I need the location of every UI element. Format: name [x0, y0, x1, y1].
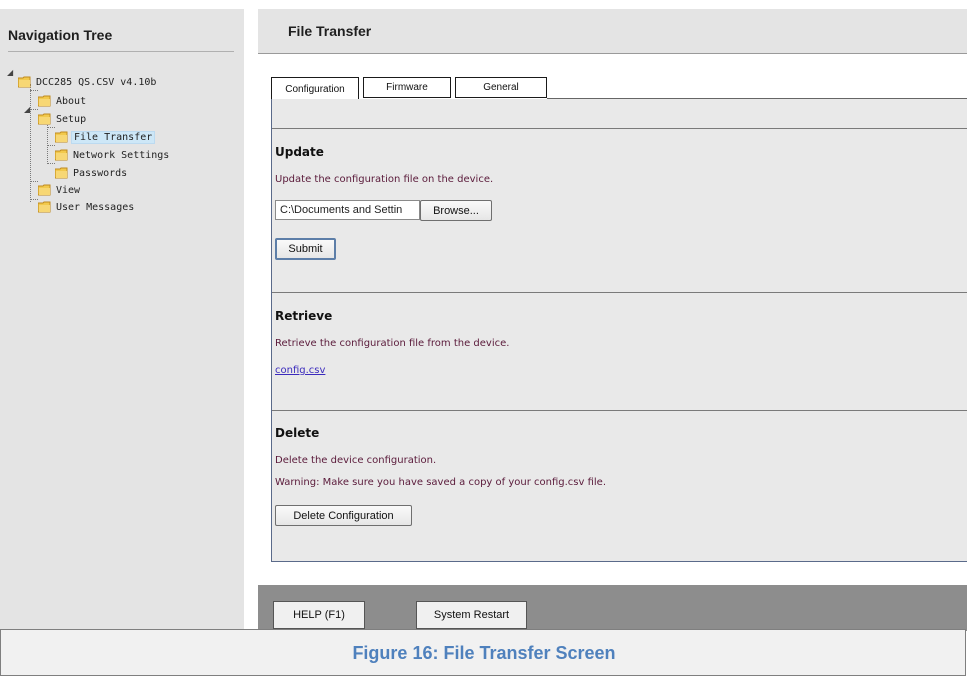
folder-icon [55, 149, 68, 161]
folder-icon [38, 113, 51, 125]
folder-icon [38, 201, 51, 213]
folder-icon [38, 184, 51, 196]
tree-item-passwords[interactable]: Passwords [55, 165, 129, 181]
file-path-input[interactable]: C:\Documents and Settin [275, 200, 420, 220]
tree-item-file-transfer[interactable]: File Transfer [55, 129, 156, 145]
tab-firmware[interactable]: Firmware [363, 77, 451, 98]
update-description: Update the configuration file on the dev… [275, 174, 494, 185]
collapse-icon[interactable]: ◢ [24, 105, 30, 114]
divider [272, 128, 967, 129]
browse-button[interactable]: Browse... [420, 200, 492, 221]
tree-connector [30, 109, 38, 110]
system-restart-button[interactable]: System Restart [416, 601, 527, 629]
tree-connector [47, 163, 55, 164]
retrieve-heading: Retrieve [275, 309, 333, 323]
tree-item-label: Setup [56, 113, 87, 125]
tree-item-network-settings[interactable]: Network Settings [55, 147, 171, 163]
footer-toolbar: HELP (F1) System Restart [258, 585, 967, 631]
figure-caption-box: Figure 16: File Transfer Screen [0, 629, 966, 676]
tree-item-label: DCC285 QS.CSV v4.10b [36, 76, 157, 88]
tree-connector [30, 84, 31, 202]
tree-connector [30, 199, 38, 200]
tree-item-label: User Messages [56, 201, 135, 213]
tree-item-user-messages[interactable]: User Messages [38, 199, 136, 215]
tree-connector [47, 127, 55, 128]
figure-caption: Figure 16: File Transfer Screen [352, 643, 616, 663]
retrieve-description: Retrieve the configuration file from the… [275, 338, 510, 349]
tab-configuration[interactable]: Configuration [271, 77, 359, 100]
folder-icon [38, 95, 51, 107]
tree-connector [30, 181, 38, 182]
delete-configuration-button[interactable]: Delete Configuration [275, 505, 412, 526]
tree-item-label: About [56, 95, 87, 107]
navigation-panel: Navigation Tree ◢ ◢ DCC285 QS.CSV v4.10b… [0, 9, 244, 629]
folder-icon [18, 76, 31, 88]
divider [272, 410, 967, 411]
delete-description: Delete the device configuration. [275, 455, 437, 466]
folder-icon [55, 131, 68, 143]
tab-general[interactable]: General [455, 77, 547, 98]
tree-connector [30, 90, 38, 91]
page-title: File Transfer [288, 23, 372, 39]
tree-item-about[interactable]: About [38, 93, 88, 109]
tree-connector [47, 145, 55, 146]
delete-warning: Warning: Make sure you have saved a copy… [275, 477, 606, 488]
navigation-tree: ◢ ◢ DCC285 QS.CSV v4.10b About Setup Fil… [0, 9, 244, 629]
page-header: File Transfer [258, 9, 967, 54]
update-heading: Update [275, 145, 324, 159]
configuration-panel: Update Update the configuration file on … [271, 99, 967, 562]
tree-item-setup[interactable]: Setup [38, 111, 88, 127]
tree-item-label: File Transfer [71, 130, 156, 144]
submit-button[interactable]: Submit [275, 238, 336, 260]
tree-item-root[interactable]: DCC285 QS.CSV v4.10b [18, 74, 158, 90]
tree-item-view[interactable]: View [38, 182, 82, 198]
help-button[interactable]: HELP (F1) [273, 601, 365, 629]
delete-heading: Delete [275, 426, 320, 440]
collapse-icon[interactable]: ◢ [7, 68, 13, 77]
config-download-link[interactable]: config.csv [275, 365, 325, 376]
divider [272, 292, 967, 293]
tree-item-label: View [56, 184, 81, 196]
tree-item-label: Network Settings [73, 149, 170, 161]
tree-item-label: Passwords [73, 167, 128, 179]
folder-icon [55, 167, 68, 179]
